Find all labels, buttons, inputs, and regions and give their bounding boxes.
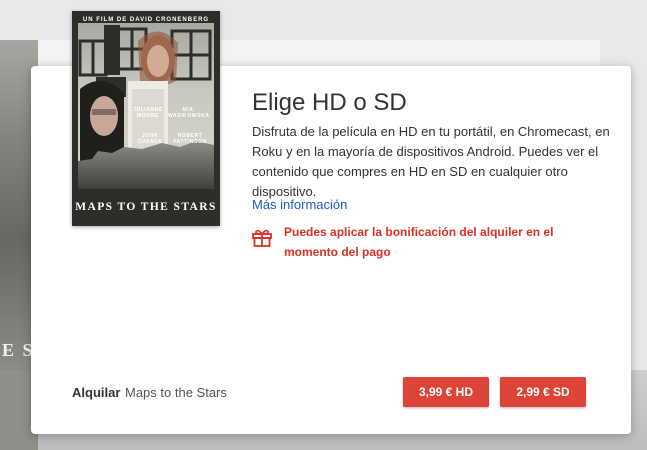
poster-cast-name: MIA WASIKOWSKA [168,107,210,119]
background-poster-text: E S [2,340,35,360]
rent-label: Alquilar [72,385,121,400]
poster-director-credit: UN FILM DE DAVID CRONENBERG [82,17,210,23]
gift-icon [252,229,272,247]
dialog-title: Elige HD o SD [252,89,407,116]
rent-hd-button[interactable]: 3,99 € HD [403,377,489,407]
rental-bonus-text: Puedes aplicar la bonificación del alqui… [284,225,554,259]
poster-title: MAPS TO THE STARS [75,201,217,213]
rental-bonus-notice: Puedes aplicar la bonificación del alqui… [252,222,582,262]
movie-poster: UN FILM DE DAVID CRONENBERG MIA WASIKOWS… [72,11,220,226]
movie-title: Maps to the Stars [125,385,227,400]
poster-cast-name: ROBERT PATTINSON [173,133,207,145]
dialog-description: Disfruta de la película en HD en tu port… [252,124,610,199]
poster-cast-name: JOHN CUSACK [137,133,163,145]
rent-sd-button[interactable]: 2,99 € SD [500,377,586,407]
more-info-link[interactable]: Más información [252,197,347,212]
poster-cast-name: JULIANNE MOORE [133,107,163,119]
